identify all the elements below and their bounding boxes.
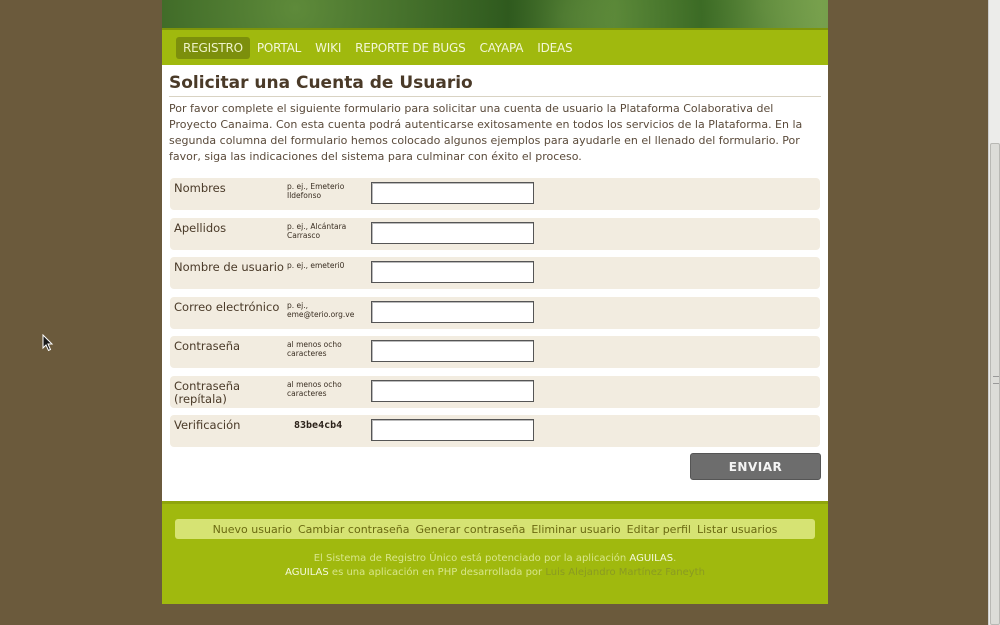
field-label: Verificación [174, 418, 241, 432]
username-input[interactable] [371, 261, 534, 283]
credits-app-name: AGUILAS [629, 553, 674, 564]
field-label: Correo electrónico [174, 300, 280, 314]
field-hint: p. ej., emeteri0 [287, 261, 345, 270]
field-hint: p. ej., Emeterio Ildefonso [287, 182, 345, 200]
field-label: Contraseña [174, 339, 241, 353]
form-row-verificacion: Verificación 83be4cb4 [170, 415, 820, 447]
field-hint: p. ej., eme@terio.org.ve [287, 301, 355, 319]
field-label: Nombres [174, 181, 226, 195]
enviar-button[interactable]: ENVIAR [690, 453, 821, 480]
credits-line-2: AGUILAS es una aplicación en PHP desarro… [162, 566, 828, 580]
credits-author-link[interactable]: Luis Alejandro Martínez Faneyth [545, 567, 705, 578]
credits-middle: es una aplicación en PHP desarrollada po… [331, 567, 543, 578]
field-label: Nombre de usuario [174, 260, 284, 274]
field-hint: p. ej., Alcántara Carrasco [287, 222, 347, 240]
credits-app-name-2: AGUILAS [285, 567, 329, 578]
credits-line-1: El Sistema de Registro Único está potenc… [162, 552, 828, 566]
nombres-input[interactable] [371, 182, 534, 204]
nav-item-reporte-de-bugs[interactable]: REPORTE DE BUGS [348, 37, 472, 59]
password-confirm-input[interactable] [371, 380, 534, 402]
mouse-pointer-icon [42, 334, 54, 352]
footer-link-editar-perfil[interactable]: Editar perfil [627, 523, 691, 536]
credits-suffix: . [673, 553, 677, 564]
credits-text: El Sistema de Registro Único está potenc… [162, 552, 828, 580]
field-label: Apellidos [174, 221, 227, 235]
field-label: Contraseña (repítala) [174, 379, 241, 406]
intro-paragraph: Por favor complete el siguiente formular… [169, 102, 803, 163]
vertical-scrollbar[interactable] [988, 0, 1000, 625]
footer: Nuevo usuario Cambiar contraseña Generar… [162, 501, 828, 604]
field-hint: al menos ocho caracteres [287, 380, 342, 398]
footer-link-eliminar-usuario[interactable]: Eliminar usuario [531, 523, 620, 536]
apellidos-input[interactable] [371, 222, 534, 244]
top-navigation: REGISTRO PORTAL WIKI REPORTE DE BUGS CAY… [162, 28, 828, 65]
page-title: Solicitar una Cuenta de Usuario [169, 73, 821, 97]
captcha-code: 83be4cb4 [294, 420, 343, 431]
scrollbar-thumb[interactable] [990, 143, 1000, 625]
scroll-grip-icon [993, 376, 999, 384]
footer-links-bar: Nuevo usuario Cambiar contraseña Generar… [175, 519, 815, 539]
nav-item-cayapa[interactable]: CAYAPA [473, 37, 531, 59]
form-row-contrasena: Contraseña al menos ocho caracteres [170, 336, 820, 368]
form-row-contrasena-repeat: Contraseña (repítala) al menos ocho cara… [170, 376, 820, 408]
main-content: Solicitar una Cuenta de Usuario Por favo… [162, 65, 828, 501]
nav-item-wiki[interactable]: WIKI [308, 37, 348, 59]
header-banner-image [162, 0, 828, 28]
footer-link-nuevo-usuario[interactable]: Nuevo usuario [213, 523, 292, 536]
form-row-nombre-de-usuario: Nombre de usuario p. ej., emeteri0 [170, 257, 820, 289]
credits-prefix: El Sistema de Registro Único está potenc… [313, 553, 627, 564]
email-input[interactable] [371, 301, 534, 323]
form-row-nombres: Nombres p. ej., Emeterio Ildefonso [170, 178, 820, 210]
password-input[interactable] [371, 340, 534, 362]
nav-item-portal[interactable]: PORTAL [250, 37, 308, 59]
footer-link-listar-usuarios[interactable]: Listar usuarios [697, 523, 777, 536]
nav-item-registro[interactable]: REGISTRO [176, 36, 250, 59]
footer-link-cambiar-contrasena[interactable]: Cambiar contraseña [298, 523, 409, 536]
form-row-apellidos: Apellidos p. ej., Alcántara Carrasco [170, 218, 820, 250]
nav-item-ideas[interactable]: IDEAS [530, 37, 579, 59]
field-hint: al menos ocho caracteres [287, 340, 342, 358]
footer-link-generar-contrasena[interactable]: Generar contraseña [415, 523, 525, 536]
form-row-correo: Correo electrónico p. ej., eme@terio.org… [170, 297, 820, 329]
page-container: REGISTRO PORTAL WIKI REPORTE DE BUGS CAY… [162, 0, 828, 604]
verification-input[interactable] [371, 419, 534, 441]
